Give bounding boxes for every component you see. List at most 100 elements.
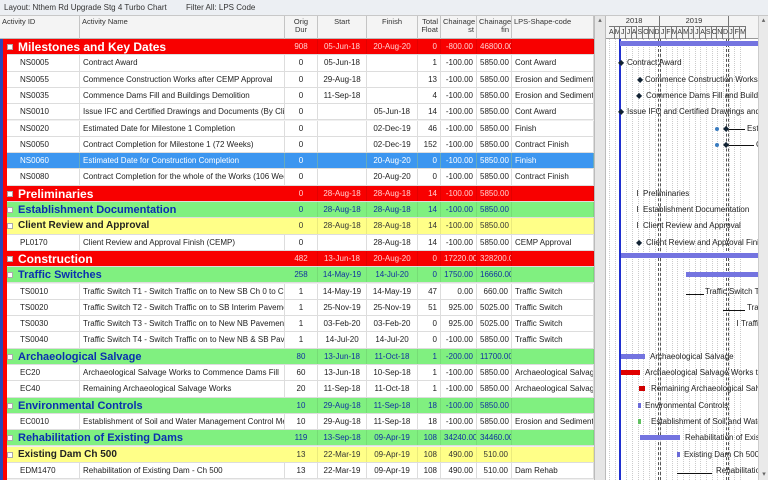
- gantt-label: Traffic Switch T1 - Switch Traffic on to…: [705, 286, 758, 296]
- gantt-bar-thin[interactable]: [729, 144, 754, 147]
- collapse-icon[interactable]: [7, 190, 13, 197]
- gantt-bar-thin[interactable]: [677, 472, 712, 475]
- cell-activity-id: EC20: [0, 365, 80, 381]
- cell-activity-id: NS0005: [0, 55, 80, 71]
- group-row[interactable]: Preliminaries 0 28-Aug-18 28-Aug-18 14 -100.0…: [0, 185, 594, 202]
- cell-finish: 14-May-19: [367, 283, 418, 299]
- gantt-bar-thin[interactable]: [729, 128, 745, 130]
- gantt-bar[interactable]: [620, 41, 758, 46]
- cell-activity-id: TS0030: [0, 316, 80, 332]
- gantt-bar[interactable]: [621, 370, 640, 375]
- collapse-icon[interactable]: [7, 223, 13, 230]
- group-row[interactable]: Environmental Controls 10 29-Aug-18 11-Sep-…: [0, 397, 594, 414]
- table-row[interactable]: NS0050 Contract Completion for Milestone …: [0, 136, 594, 154]
- table-row[interactable]: NS0020 Estimated Date for Milestone 1 Com…: [0, 120, 594, 137]
- gantt-label: Commence Construction Works after CEMP A…: [645, 74, 758, 84]
- gridline: [705, 39, 707, 480]
- milestone-icon[interactable]: ◆: [637, 75, 643, 85]
- cell-lps-shape-code: Traffic Switch: [512, 299, 594, 316]
- gantt-label: Preliminaries: [643, 188, 690, 198]
- gantt-bar[interactable]: [686, 272, 758, 278]
- group-row[interactable]: Milestones and Key Dates 908 05-Jun-18 20-A…: [0, 39, 594, 56]
- cell-lps-shape-code: [512, 250, 594, 267]
- layout-selector[interactable]: Layout: Nthem Rd Upgrade Stg 4 Turbo Cha…: [4, 3, 167, 12]
- gantt-bar[interactable]: [621, 252, 758, 258]
- milestone-icon[interactable]: ◆: [636, 238, 642, 248]
- column-header-activity-name[interactable]: Activity Name: [80, 16, 285, 39]
- cell-lps-shape-code: Dam Rehab: [512, 462, 594, 479]
- gantt-bar[interactable]: [640, 435, 680, 441]
- collapse-icon[interactable]: [7, 272, 13, 279]
- cell-lps-shape-code: Cont Award: [512, 55, 594, 71]
- column-header-total-float[interactable]: Total Float: [418, 16, 441, 39]
- collapse-icon[interactable]: [7, 451, 13, 458]
- cell-orig-dur: 908: [285, 39, 318, 55]
- cell-total-float: 18: [418, 413, 441, 430]
- scroll-up-icon[interactable]: ▴: [759, 16, 768, 24]
- group-row[interactable]: Establishment Documentation 0 28-Aug-18 28-…: [0, 202, 594, 219]
- group-row[interactable]: Client Review and Approval 0 28-Aug-18 28-A…: [0, 218, 594, 235]
- milestone-icon[interactable]: ◆: [618, 107, 624, 117]
- gridline: [648, 39, 650, 480]
- cell-lps-shape-code: [512, 202, 594, 218]
- table-row[interactable]: TS0030 Traffic Switch T3 - Switch Traffic…: [0, 316, 594, 333]
- table-row[interactable]: PL0170 Client Review and Approval Finish …: [0, 234, 594, 251]
- table-row[interactable]: TS0040 Traffic Switch T4 - Switch Traffic…: [0, 332, 594, 349]
- cell-lps-shape-code: Finish: [512, 153, 594, 169]
- group-row[interactable]: Construction 482 13-Jun-18 20-Aug-20 0 17220.…: [0, 250, 594, 268]
- table-row[interactable]: NS0035 Commence Dams Fill and Buildings D…: [0, 87, 594, 105]
- gridline: [677, 39, 679, 480]
- cell-chainage-st: -100.00: [441, 185, 477, 201]
- splitter-scrollbar[interactable]: ▴: [594, 16, 606, 480]
- collapse-icon[interactable]: [7, 435, 13, 442]
- cell-start: 11-Sep-18: [318, 381, 367, 397]
- collapse-icon[interactable]: [7, 44, 13, 50]
- collapse-icon[interactable]: [7, 207, 13, 213]
- cell-activity-id: NS0055: [0, 71, 80, 87]
- scroll-down-icon[interactable]: ▾: [759, 470, 768, 478]
- cell-chainage-st: -100.00: [441, 332, 477, 348]
- filter-label[interactable]: Filter All: LPS Code: [186, 3, 255, 12]
- column-header-chainage-st[interactable]: Chainage st: [441, 16, 477, 39]
- group-row[interactable]: Rehabilitation of Existing Dams 119 13-Sep…: [0, 430, 594, 447]
- column-header-lps-shape-code[interactable]: LPS-Shape-code: [512, 16, 594, 39]
- cell-activity-id: NS0050: [0, 136, 80, 153]
- table-row[interactable]: EC0010 Establishment of Soil and Water Ma…: [0, 413, 594, 431]
- collapse-icon[interactable]: [7, 255, 13, 262]
- cell-finish: 28-Aug-18: [367, 234, 418, 250]
- table-row[interactable]: NS0060 Estimated Date for Construction Co…: [0, 153, 594, 170]
- table-row[interactable]: NS0005 Contract Award 0 05-Jun-18 1 -100.00 58…: [0, 55, 594, 72]
- gantt-bar-thin[interactable]: [723, 309, 745, 312]
- column-header-finish[interactable]: Finish: [367, 16, 418, 39]
- group-row[interactable]: Existing Dam Ch 500 13 22-Mar-19 09-Apr-19 1…: [0, 446, 594, 463]
- table-row[interactable]: NS0010 Issue IFC and Certified Drawings a…: [0, 104, 594, 121]
- cell-lps-shape-code: [512, 397, 594, 413]
- gantt-bar[interactable]: [639, 386, 645, 392]
- gantt-bar[interactable]: [638, 418, 641, 424]
- table-row[interactable]: EC40 Remaining Archaeological Salvage Wor…: [0, 381, 594, 398]
- cell-finish: 05-Jun-18: [367, 104, 418, 120]
- gantt-bar[interactable]: [621, 353, 645, 359]
- vertical-scrollbar[interactable]: ▴ ▾: [758, 16, 768, 480]
- milestone-icon[interactable]: ◆: [636, 91, 642, 101]
- column-header-start[interactable]: Start: [318, 16, 367, 39]
- gantt-bar[interactable]: [677, 451, 680, 457]
- cell-chainage-fin: 5850.00: [477, 104, 512, 120]
- table-row[interactable]: EC20 Archaeological Salvage Works to Comm…: [0, 365, 594, 382]
- gantt-bar-thin[interactable]: [686, 293, 704, 295]
- table-row[interactable]: TS0010 Traffic Switch T1 - Switch Traffic…: [0, 283, 594, 300]
- collapse-icon[interactable]: [7, 402, 13, 409]
- collapse-icon[interactable]: [7, 353, 13, 360]
- milestone-icon[interactable]: ◆: [618, 58, 624, 68]
- group-row[interactable]: Traffic Switches 258 14-May-19 14-Jul-20 0 17…: [0, 267, 594, 284]
- table-row[interactable]: NS0055 Commence Construction Works after …: [0, 71, 594, 88]
- table-row[interactable]: NS0080 Contract Completion for the whole …: [0, 169, 594, 186]
- group-row[interactable]: Archaeological Salvage 80 13-Jun-18 11-Oct-…: [0, 348, 594, 365]
- column-header-chainage-fin[interactable]: Chainage fin: [477, 16, 512, 39]
- table-row[interactable]: TS0020 Traffic Switch T2 - Switch Traffic…: [0, 299, 594, 317]
- table-row[interactable]: EDM1470 Rehabilitation of Existing Dam - …: [0, 462, 594, 480]
- column-header-activity-id[interactable]: Activity ID: [0, 16, 80, 39]
- wbs-level-bar: [3, 39, 7, 480]
- gantt-bar[interactable]: [638, 402, 641, 408]
- column-header-orig-dur[interactable]: Orig Dur: [285, 16, 318, 39]
